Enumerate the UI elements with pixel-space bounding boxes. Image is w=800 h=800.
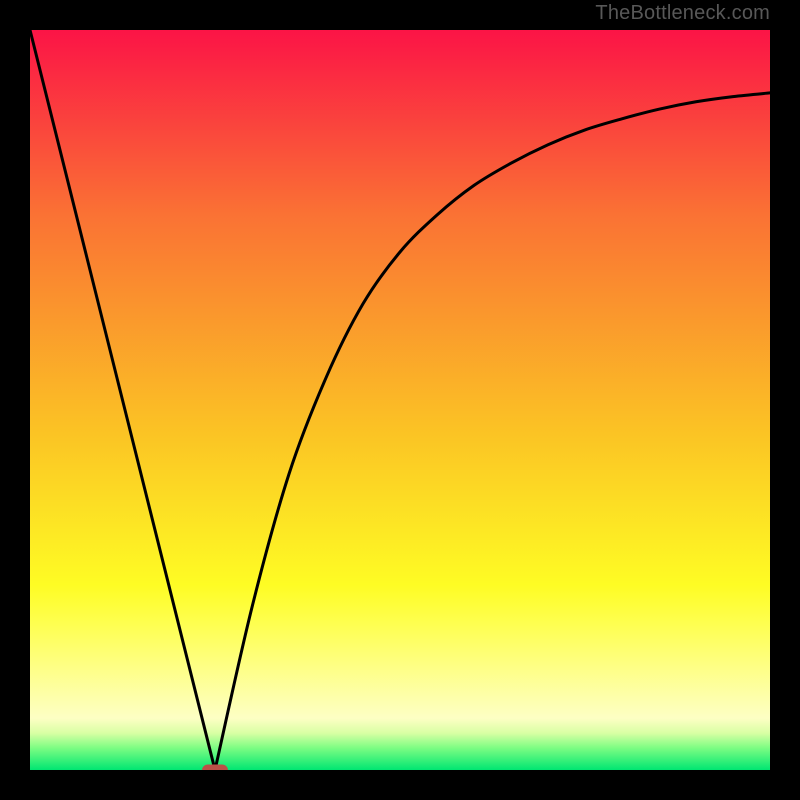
watermark-text: TheBottleneck.com [595, 2, 770, 25]
chart-background [30, 30, 770, 770]
minimum-marker [202, 764, 228, 770]
chart-container [30, 30, 770, 770]
bottleneck-chart [30, 30, 770, 770]
